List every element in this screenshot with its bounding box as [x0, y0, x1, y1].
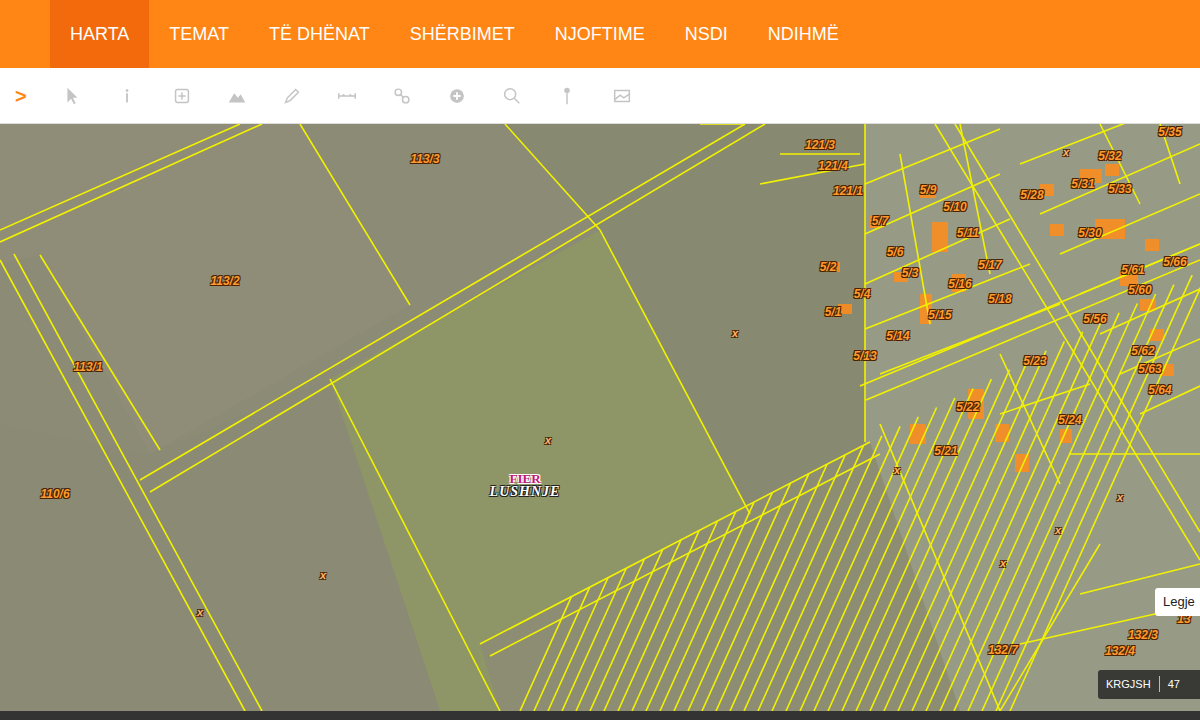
map-marker: x [1117, 491, 1123, 503]
parcel-label: 5/14 [886, 330, 909, 343]
parcel-label: 5/9 [920, 184, 937, 197]
place-name: FIERLUSHNJE [490, 472, 561, 499]
parcel-label: 5/66 [1163, 256, 1186, 269]
parcel-label: 5/64 [1148, 384, 1171, 397]
menu-tab[interactable]: TEMAT [149, 0, 249, 68]
parcel-label: 5/3 [902, 267, 919, 280]
parcel-label: 132/4 [1105, 645, 1135, 658]
legend-tab[interactable]: Legje [1155, 588, 1200, 616]
parcel-layer [0, 124, 1200, 711]
parcel-label: 5/56 [1083, 313, 1106, 326]
map-marker: x [1063, 146, 1069, 158]
parcel-label: 5/15 [928, 309, 951, 322]
parcel-label: 5/16 [948, 278, 971, 291]
parcel-label: 5/18 [988, 293, 1011, 306]
cadastral-map[interactable]: 113/3 113/2 113/1 110/6 121/3 121/4 121/1 5/9 5/… [0, 124, 1200, 711]
map-toolbar: > [0, 68, 1200, 124]
region-name: FIER [490, 472, 561, 485]
map-marker: x [545, 434, 551, 446]
parcel-label: 5/32 [1098, 150, 1121, 163]
panel-toggle[interactable]: > [15, 86, 29, 106]
map-marker: x [320, 569, 326, 581]
scale-reading: 47 [1168, 676, 1180, 693]
parcel-label: 5/62 [1131, 345, 1154, 358]
parcel-label: 5/10 [943, 201, 966, 214]
parcel-label: 113/1 [73, 361, 102, 374]
menu-tab[interactable]: SHËRBIMET [390, 0, 535, 68]
main-menu: HARTATEMATTË DHËNATSHËRBIMETNJOFTIMENSDI… [0, 0, 1200, 68]
pointer-icon[interactable] [60, 84, 84, 108]
parcel-label: 5/35 [1158, 126, 1181, 139]
parcel-label: 5/21 [934, 445, 957, 458]
add-circle-icon[interactable] [445, 84, 469, 108]
parcel-label: 132/3 [1128, 629, 1158, 642]
separator [1159, 676, 1160, 692]
area-icon[interactable] [225, 84, 249, 108]
parcel-label: 113/2 [210, 275, 239, 288]
location-icon[interactable] [555, 84, 579, 108]
town-name: LUSHNJE [490, 485, 561, 499]
menu-tab[interactable]: NDIHMË [748, 0, 859, 68]
menu-tab[interactable]: NSDI [665, 0, 748, 68]
measure-icon[interactable] [335, 84, 359, 108]
map-marker: x [1055, 524, 1061, 536]
parcel-label: 5/2 [820, 261, 837, 274]
projection-name: KRGJSH [1106, 676, 1151, 693]
parcel-label: 5/60 [1128, 284, 1151, 297]
parcel-label: 132/7 [988, 644, 1018, 657]
parcel-label: 5/23 [1023, 355, 1046, 368]
parcel-label: 5/24 [1058, 414, 1081, 427]
parcel-label: 5/11 [957, 227, 979, 240]
map-marker: x [197, 606, 203, 618]
search-icon[interactable] [500, 84, 524, 108]
info-icon[interactable] [115, 84, 139, 108]
draw-icon[interactable] [280, 84, 304, 108]
parcel-label: 5/22 [956, 401, 979, 414]
parcel-label: 5/63 [1138, 363, 1161, 376]
map-marker: x [1000, 557, 1006, 569]
parcel-label: 5/1 [825, 306, 842, 319]
parcel-label: 5/61 [1121, 264, 1144, 277]
map-marker: x [732, 327, 738, 339]
menu-tab[interactable]: NJOFTIME [535, 0, 665, 68]
parcel-label: 121/4 [818, 160, 848, 173]
link-icon[interactable] [390, 84, 414, 108]
scale-bar: KRGJSH 47 [1098, 670, 1200, 699]
parcel-label: 5/7 [872, 215, 889, 228]
parcel-label: 121/1 [833, 185, 863, 198]
parcel-label: 5/13 [853, 350, 876, 363]
parcel-label: 5/17 [978, 259, 1001, 272]
parcel-label: 5/4 [854, 288, 871, 301]
parcel-label: 113/3 [410, 153, 439, 166]
layer-image-icon[interactable] [610, 84, 634, 108]
parcel-label: 5/28 [1020, 189, 1043, 202]
parcel-label: 110/6 [40, 488, 69, 501]
menu-tab[interactable]: HARTA [50, 0, 149, 68]
zoom-box-icon[interactable] [170, 84, 194, 108]
parcel-label: 5/33 [1108, 183, 1131, 196]
parcel-label: 5/30 [1078, 227, 1101, 240]
map-marker: x [894, 464, 900, 476]
menu-tab[interactable]: TË DHËNAT [249, 0, 390, 68]
parcel-label: 5/6 [887, 246, 904, 259]
parcel-label: 121/3 [805, 139, 835, 152]
parcel-label: 5/31 [1071, 178, 1094, 191]
footer-strip [0, 711, 1200, 720]
